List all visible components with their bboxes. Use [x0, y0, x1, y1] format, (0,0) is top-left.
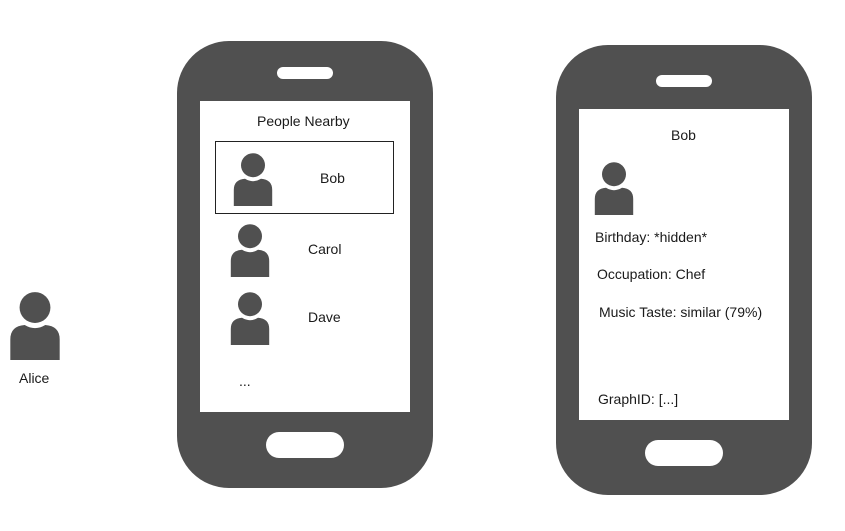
carol-person-icon — [225, 221, 275, 277]
profile-screen: Bob Birthday: *hidden* Occupation: Chef … — [579, 109, 789, 420]
profile-occupation: Occupation: Chef — [597, 266, 706, 282]
phone-speaker — [656, 75, 712, 87]
profile-music-taste: Music Taste: similar (79%) — [599, 304, 763, 320]
list-more-ellipsis: ... — [239, 373, 251, 389]
bob-person-icon — [228, 150, 278, 206]
phone-speaker — [277, 67, 333, 79]
dave-person-icon — [225, 289, 275, 345]
phone-home-button[interactable] — [266, 432, 344, 458]
profile-graph-id: GraphID: [...] — [598, 391, 679, 407]
list-item-dave[interactable]: Dave — [215, 287, 394, 349]
alice-label: Alice — [19, 370, 50, 386]
profile-name: Bob — [671, 127, 696, 143]
people-nearby-screen: People Nearby Bob Carol Dave ... — [200, 101, 410, 412]
profile-birthday: Birthday: *hidden* — [595, 229, 708, 245]
list-item-carol[interactable]: Carol — [215, 219, 394, 281]
alice-person-icon — [3, 288, 67, 360]
list-item-carol-label: Carol — [308, 241, 342, 257]
list-item-bob[interactable]: Bob — [215, 141, 394, 214]
profile-person-icon — [589, 159, 639, 215]
list-item-bob-label: Bob — [320, 170, 345, 186]
list-item-dave-label: Dave — [308, 309, 341, 325]
phone-people-nearby: People Nearby Bob Carol Dave ... — [177, 41, 433, 488]
phone-profile: Bob Birthday: *hidden* Occupation: Chef … — [556, 45, 812, 495]
people-nearby-title: People Nearby — [257, 113, 350, 129]
phone-home-button[interactable] — [645, 440, 723, 466]
